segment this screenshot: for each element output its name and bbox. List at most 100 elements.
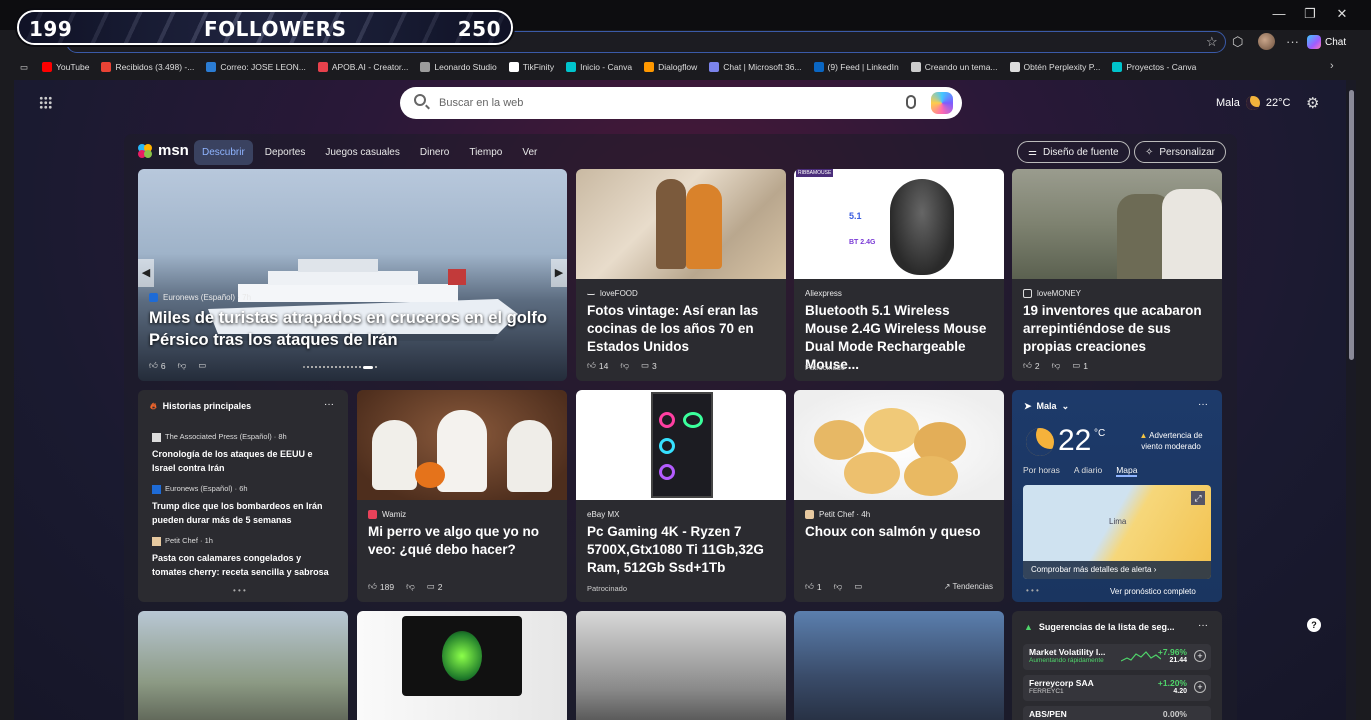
tab-dinero[interactable]: Dinero: [412, 140, 457, 165]
header-weather[interactable]: Mala 22°C: [1216, 96, 1290, 110]
stock-row[interactable]: Ferreycorp SAA FERREYC1 +1.20% 4.20 +: [1023, 675, 1211, 701]
like-button[interactable]: 👍︎ 2: [1023, 360, 1040, 371]
hero-title[interactable]: Miles de turistas atrapados en cruceros …: [149, 307, 557, 351]
settings-gear-icon[interactable]: ⚙: [1306, 94, 1319, 112]
extensions-icon[interactable]: ⬡: [1232, 34, 1243, 50]
bookmark-item[interactable]: Recibidos (3.498) -...: [101, 62, 194, 72]
like-button[interactable]: 👍︎ 14: [587, 360, 608, 371]
msn-logo[interactable]: msn: [138, 142, 189, 159]
bookmark-item[interactable]: Obtén Perplexity P...: [1009, 62, 1100, 72]
add-to-watchlist-button[interactable]: +: [1194, 681, 1206, 693]
favorite-star-icon[interactable]: ☆: [1206, 34, 1218, 50]
help-icon[interactable]: ?: [1307, 618, 1321, 632]
weather-map[interactable]: Lima ⤢ Comprobar más detalles de alerta …: [1023, 485, 1211, 579]
stock-row[interactable]: ABS/PEN 0.00%: [1023, 706, 1211, 720]
story-item[interactable]: Euronews (Español) · 6h Trump dice que l…: [152, 482, 337, 527]
bookmark-item[interactable]: YouTube: [42, 62, 89, 72]
tab-tiempo[interactable]: Tiempo: [461, 140, 510, 165]
article-card-dog[interactable]: Wamiz Mi perro ve algo que yo no veo: ¿q…: [357, 390, 567, 602]
maximize-icon[interactable]: ❐: [1302, 6, 1318, 22]
dog-title[interactable]: Mi perro ve algo que yo no veo: ¿qué deb…: [368, 523, 557, 559]
personalize-button[interactable]: ✧ Personalizar: [1134, 141, 1226, 163]
story-item[interactable]: Petit Chef · 1h Pasta con calamares cong…: [152, 534, 337, 579]
stories-pager-dots[interactable]: • • •: [233, 586, 246, 595]
more-menu-icon[interactable]: ···: [1286, 34, 1299, 49]
bookmark-item[interactable]: (9) Feed | LinkedIn: [813, 62, 899, 72]
ad-card-mouse[interactable]: 5.1 BT 2.4G RIBBAMOUSE Aliexpress Blueto…: [794, 169, 1004, 381]
hero-story-card[interactable]: ◀ ▶ Euronews (Español) · 7h Miles de tur…: [138, 169, 567, 381]
alert-details-link[interactable]: Comprobar más detalles de alerta ›: [1023, 561, 1211, 579]
weather-card[interactable]: ➤ Mala ⌄ ··· 22 °C ▲ Advertencia de viento…: [1012, 390, 1222, 602]
page-scrollbar[interactable]: [1346, 80, 1356, 720]
article-card-choux[interactable]: Petit Chef · 4h Choux con salmón y queso…: [794, 390, 1004, 602]
comment-button[interactable]: ▭ 2: [427, 581, 443, 592]
ad-card-gaming-pc[interactable]: eBay MX Pc Gaming 4K - Ryzen 7 5700X,Gtx…: [576, 390, 786, 602]
add-to-watchlist-button[interactable]: +: [1194, 650, 1206, 662]
bookmarks-toggle-icon[interactable]: ▭: [20, 62, 28, 73]
copilot-search-icon[interactable]: [931, 92, 953, 114]
tab-hourly[interactable]: Por horas: [1023, 465, 1060, 477]
ad-card-laptop[interactable]: [357, 611, 567, 720]
bookmark-favicon-icon: [420, 62, 431, 72]
bookmark-item[interactable]: APOB.AI - Creator...: [317, 62, 408, 72]
bookmark-item[interactable]: Chat | Microsoft 36...: [709, 62, 802, 72]
comment-button[interactable]: ▭ 1: [1072, 360, 1088, 371]
expand-icon[interactable]: ⤢: [1191, 491, 1205, 505]
choux-title[interactable]: Choux con salmón y queso: [805, 523, 994, 541]
weather-location[interactable]: ➤ Mala ⌄: [1024, 401, 1069, 412]
bookmark-item[interactable]: Dialogflow: [644, 62, 697, 72]
wind-alert[interactable]: ▲ Advertencia de viento moderado: [1132, 430, 1210, 452]
bookmark-item[interactable]: Proyectos - Canva: [1112, 62, 1196, 72]
tab-daily[interactable]: A diario: [1074, 465, 1102, 477]
tab-ver[interactable]: Ver: [514, 140, 545, 165]
tab-map[interactable]: Mapa: [1116, 465, 1138, 477]
tab-deportes[interactable]: Deportes: [257, 140, 314, 165]
dislike-icon[interactable]: 👎︎: [834, 581, 843, 592]
close-icon[interactable]: ✕: [1334, 6, 1350, 22]
like-button[interactable]: 👍︎ 6: [149, 360, 166, 371]
minimize-icon[interactable]: —: [1271, 6, 1287, 22]
pc-title[interactable]: Pc Gaming 4K - Ryzen 7 5700X,Gtx1080 Ti …: [587, 523, 776, 577]
comment-button[interactable]: ▭ 3: [641, 360, 657, 371]
profile-avatar[interactable]: [1258, 33, 1275, 50]
font-design-button[interactable]: ⚌ Diseño de fuente: [1017, 141, 1130, 163]
watchlist-more-icon[interactable]: ···: [1198, 620, 1208, 631]
story-item[interactable]: The Associated Press (Español) · 8h Cron…: [152, 430, 337, 475]
full-forecast-link[interactable]: Ver pronóstico completo: [1110, 587, 1196, 596]
tab-descubrir[interactable]: Descubrir: [194, 140, 253, 165]
search-placeholder: Buscar en la web: [439, 97, 524, 109]
tab-juegos-casuales[interactable]: Juegos casuales: [317, 140, 408, 165]
comment-icon[interactable]: ▭: [854, 581, 862, 592]
inventors-title[interactable]: 19 inventores que acabaron arrepintiéndo…: [1023, 302, 1212, 356]
like-button[interactable]: 👍︎ 1: [805, 581, 822, 592]
app-launcher-icon[interactable]: [39, 96, 52, 109]
dislike-icon[interactable]: 👎︎: [178, 360, 187, 371]
comment-icon[interactable]: ▭: [198, 360, 206, 371]
bookmark-item[interactable]: Inicio - Canva: [566, 62, 632, 72]
bookmark-item[interactable]: TikFinity: [508, 62, 554, 72]
article-card-supermarket[interactable]: [576, 611, 786, 720]
dislike-icon[interactable]: 👎︎: [406, 581, 415, 592]
dislike-icon[interactable]: 👎︎: [620, 360, 629, 371]
bookmarks-overflow-icon[interactable]: ›: [1330, 60, 1334, 72]
bookmark-item[interactable]: Creando un tema...: [910, 62, 998, 72]
weather-pager-dots[interactable]: • • •: [1026, 586, 1039, 595]
weather-more-icon[interactable]: ···: [1198, 399, 1208, 410]
microphone-icon[interactable]: [906, 95, 916, 109]
article-card-inventors[interactable]: loveMONEY 19 inventores que acabaron arr…: [1012, 169, 1222, 381]
stories-more-icon[interactable]: ···: [324, 399, 334, 410]
copilot-chat-button[interactable]: Chat: [1307, 33, 1346, 51]
bookmark-item[interactable]: Leonardo Studio: [420, 62, 497, 72]
stock-row[interactable]: Market Volatility I... Aumentando rápida…: [1023, 644, 1211, 670]
carousel-next-button[interactable]: ▶: [551, 259, 567, 287]
article-card-vintage-people[interactable]: [794, 611, 1004, 720]
carousel-dots[interactable]: [303, 366, 377, 369]
like-button[interactable]: 👍︎ 189: [368, 581, 394, 592]
bookmark-item[interactable]: Correo: JOSE LEON...: [206, 62, 306, 72]
kitchen-title[interactable]: Fotos vintage: Así eran las cocinas de l…: [587, 302, 776, 356]
dislike-icon[interactable]: 👎︎: [1052, 360, 1061, 371]
article-card-kitchen[interactable]: loveFOOD Fotos vintage: Así eran las coc…: [576, 169, 786, 381]
article-card-street[interactable]: [138, 611, 348, 720]
web-search-box[interactable]: Buscar en la web: [400, 87, 962, 119]
carousel-prev-button[interactable]: ◀: [138, 259, 154, 287]
